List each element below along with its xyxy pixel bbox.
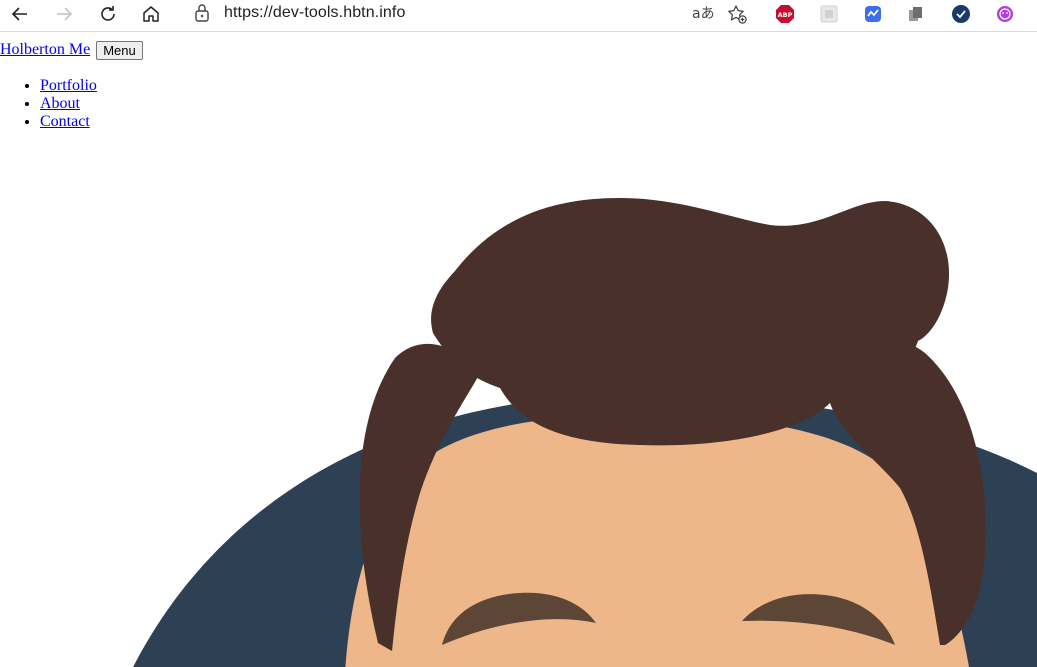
refresh-icon: [101, 6, 115, 21]
brand-link[interactable]: Holberton Me: [0, 41, 90, 58]
back-button[interactable]: [6, 2, 34, 26]
back-arrow-icon: [11, 7, 27, 21]
nav-item-contact: Contact: [40, 113, 97, 131]
refresh-button[interactable]: [94, 2, 122, 26]
extension-chat-icon[interactable]: [863, 4, 883, 24]
read-aloud-icon[interactable]: aあ: [692, 3, 715, 23]
nav-link-contact[interactable]: Contact: [40, 113, 90, 130]
svg-text:ABP: ABP: [778, 11, 793, 19]
extension-face-icon[interactable]: [995, 4, 1015, 24]
extension-grid-icon[interactable]: [819, 4, 839, 24]
extension-copy-icon[interactable]: [906, 4, 926, 24]
url-text[interactable]: https://dev-tools.hbtn.info: [224, 4, 405, 22]
nav-link-about[interactable]: About: [40, 95, 80, 112]
nav-item-portfolio: Portfolio: [40, 77, 97, 95]
adblock-plus-icon[interactable]: ABP: [775, 4, 795, 24]
home-icon: [143, 6, 159, 22]
forward-arrow-icon: [57, 7, 73, 21]
nav-link-portfolio[interactable]: Portfolio: [40, 77, 97, 94]
site-header: Holberton Me Menu: [0, 41, 143, 60]
nav-item-about: About: [40, 95, 97, 113]
extension-check-icon[interactable]: [951, 4, 971, 24]
lock-icon: [195, 4, 209, 22]
forward-button[interactable]: [50, 2, 78, 26]
menu-button[interactable]: Menu: [96, 41, 143, 60]
favorite-star-icon[interactable]: [726, 3, 748, 25]
address-bar[interactable]: https://dev-tools.hbtn.info aあ: [180, 0, 756, 27]
page-content: Holberton Me Menu Portfolio About Contac…: [0, 33, 1037, 667]
avatar-illustration: [133, 198, 1037, 667]
home-button[interactable]: [137, 2, 165, 26]
nav-list: Portfolio About Contact: [0, 77, 97, 131]
browser-toolbar: https://dev-tools.hbtn.info aあ ABP: [0, 0, 1037, 32]
